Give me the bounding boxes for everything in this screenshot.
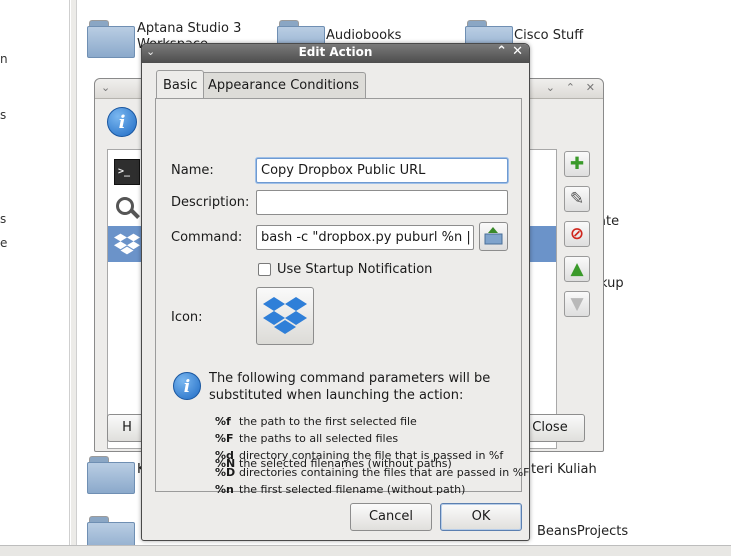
info-icon: i: [173, 372, 201, 400]
cancel-button[interactable]: Cancel: [350, 503, 432, 531]
maximize-icon[interactable]: ⌃: [566, 81, 575, 94]
folder-label[interactable]: Aptana Studio 3: [137, 21, 241, 36]
cancel-button-label: Cancel: [368, 509, 414, 524]
description-label: Description:: [171, 195, 250, 210]
command-label: Command:: [171, 230, 243, 245]
folder-icon[interactable]: [87, 20, 135, 58]
param-key: %N: [215, 457, 236, 470]
ok-button-label: OK: [471, 509, 491, 524]
close-icon[interactable]: ✕: [512, 44, 523, 59]
dropbox-icon: [263, 297, 307, 334]
icon-label: Icon:: [171, 310, 203, 325]
info-icon: i: [107, 107, 137, 137]
sidebar-fragment[interactable]: s: [0, 212, 6, 226]
folder-label[interactable]: BeansProjects: [537, 524, 628, 539]
info-text-line1: The following command parameters will be: [209, 371, 491, 386]
param-key: %f: [215, 415, 231, 428]
param-desc: the first selected filename (without pat…: [239, 483, 466, 496]
edit-pencil-icon[interactable]: ✎: [564, 186, 590, 212]
help-button-label: H: [122, 420, 132, 435]
description-field[interactable]: [256, 190, 508, 215]
tab-appearance-conditions[interactable]: Appearance Conditions: [201, 72, 366, 98]
dropbox-icon: [114, 233, 140, 255]
sidebar-fragment[interactable]: n: [0, 52, 8, 66]
move-down-icon[interactable]: ▼: [564, 291, 590, 317]
edit-action-titlebar[interactable]: ⌄ Edit Action ⌃ ✕: [142, 44, 529, 63]
close-icon[interactable]: ✕: [586, 81, 595, 94]
tab-label: Basic: [163, 78, 198, 93]
sidebar-fragment[interactable]: e: [0, 236, 7, 250]
param-desc: the selected filenames (without paths): [239, 457, 452, 470]
sidebar: n s s e: [0, 0, 70, 545]
tab-basic[interactable]: Basic: [156, 70, 205, 98]
name-field[interactable]: Copy Dropbox Public URL: [256, 158, 508, 183]
param-desc: the path to the first selected file: [239, 415, 417, 428]
browse-command-button[interactable]: [479, 222, 508, 251]
open-folder-icon: [484, 227, 503, 245]
command-field[interactable]: bash -c "dropbox.py puburl %n | xcl: [256, 225, 474, 250]
tab-label: Appearance Conditions: [208, 78, 359, 93]
startup-notification-label[interactable]: Use Startup Notification: [277, 262, 432, 277]
delete-icon[interactable]: ⊘: [564, 221, 590, 247]
param-key: %F: [215, 432, 234, 445]
maximize-icon[interactable]: ⌃: [496, 44, 507, 59]
folder-label[interactable]: teri Kuliah: [531, 462, 597, 477]
ok-button[interactable]: OK: [440, 503, 522, 531]
folder-icon[interactable]: [87, 456, 135, 494]
name-label: Name:: [171, 163, 214, 178]
basic-panel: Name: Copy Dropbox Public URL Descriptio…: [155, 98, 529, 496]
terminal-icon: >_: [114, 159, 140, 185]
edit-action-dialog: ⌄ Edit Action ⌃ ✕ Basic Appearance Condi…: [141, 43, 530, 541]
move-up-icon[interactable]: ▲: [564, 256, 590, 282]
info-text-line2: substituted when launching the action:: [209, 388, 464, 403]
pane-separator[interactable]: [71, 0, 77, 545]
param-key: %n: [215, 483, 234, 496]
sidebar-fragment[interactable]: s: [0, 108, 6, 122]
search-icon-handle: [130, 209, 140, 219]
window-menu-icon[interactable]: ⌄: [101, 81, 110, 94]
startup-notification-checkbox[interactable]: [258, 263, 271, 276]
status-bar: [0, 545, 731, 556]
param-desc: the paths to all selected files: [239, 432, 399, 445]
close-button-label: Close: [532, 420, 568, 435]
icon-chooser-button[interactable]: [256, 287, 314, 345]
folder-label[interactable]: Audiobooks: [326, 28, 401, 43]
dialog-title: Edit Action: [298, 45, 373, 59]
folder-label[interactable]: Cisco Stuff: [514, 28, 583, 43]
add-icon[interactable]: ✚: [564, 151, 590, 177]
minimize-icon[interactable]: ⌄: [546, 81, 555, 94]
